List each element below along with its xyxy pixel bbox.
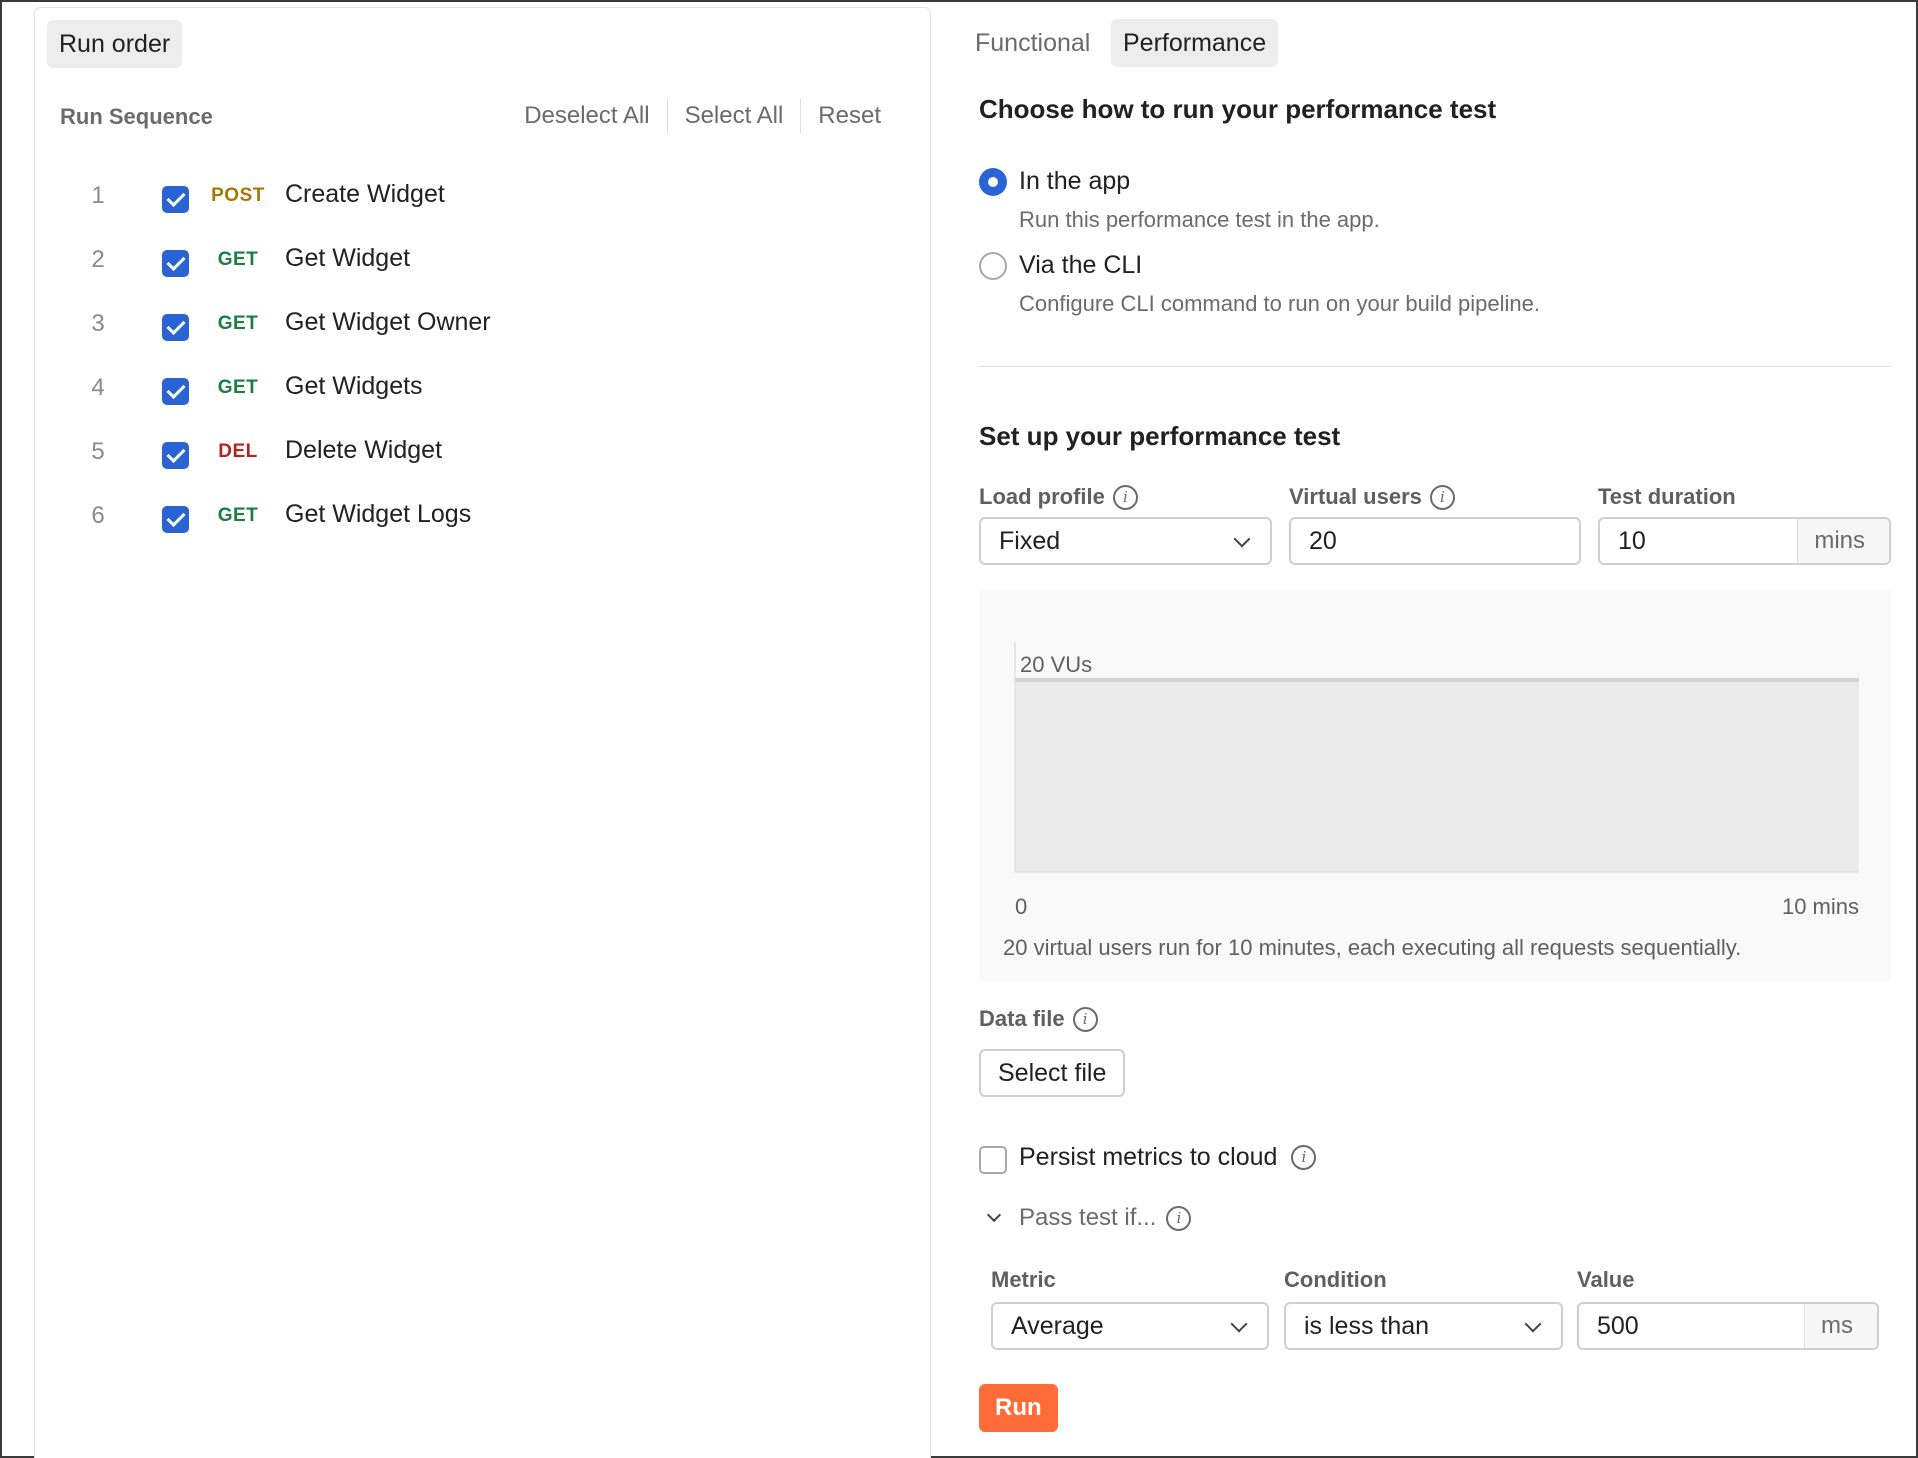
select-file-button[interactable]: Select file [979,1049,1126,1097]
chevron-down-icon [1233,530,1251,548]
info-icon[interactable]: i [1429,484,1455,510]
select-all-button[interactable]: Select All [668,99,801,133]
metric-value: Average [1011,1312,1104,1340]
radio-cli-description: Configure CLI command to run on your bui… [1019,291,1540,316]
tab-functional[interactable]: Functional [963,19,1102,67]
method-badge: GET [217,377,259,398]
metric-select[interactable]: Average [991,1302,1269,1350]
load-profile-label-text: Load profile [979,484,1105,509]
chevron-down-icon [986,1207,1002,1223]
virtual-users-input[interactable]: 20 [1289,517,1581,565]
sequence-actions: Deselect All Select All Reset [507,99,898,133]
load-chart-svg: 20 VUs 0 10 mins [1014,642,1859,919]
virtual-users-label: Virtual users i [1289,484,1455,510]
radio-in-app-description: Run this performance test in the app. [1019,207,1380,232]
request-checkbox[interactable] [162,250,189,277]
tab-performance[interactable]: Performance [1111,19,1279,67]
request-row[interactable]: 5 DEL Delete Widget [35,422,932,486]
persist-metrics-label[interactable]: Persist metrics to cloud [1019,1143,1277,1172]
virtual-users-value: 20 [1309,527,1337,555]
vu-label: 20 VUs [1020,652,1092,677]
section-divider [979,366,1891,367]
persist-metrics-row: Persist metrics to cloud i [1019,1143,1317,1172]
load-profile-chart: 20 VUs 0 10 mins 20 virtual users run fo… [979,590,1891,981]
radio-cli-label[interactable]: Via the CLI [1019,251,1142,280]
data-file-label-text: Data file [979,1006,1065,1031]
request-name: Get Widget Owner [285,308,491,336]
request-name: Get Widget Logs [285,500,472,528]
request-checkbox[interactable] [162,506,189,533]
chart-caption: 20 virtual users run for 10 minutes, eac… [1003,935,1742,960]
pass-test-label[interactable]: Pass test if... [1019,1204,1156,1232]
info-icon[interactable]: i [1112,484,1138,510]
request-checkbox[interactable] [162,378,189,405]
method-badge: GET [217,505,259,526]
method-badge: GET [217,249,259,270]
condition-select[interactable]: is less than [1284,1302,1563,1350]
info-icon[interactable]: i [1166,1205,1192,1231]
load-profile-value: Fixed [999,527,1061,555]
condition-value: is less than [1304,1312,1430,1340]
request-index: 6 [91,502,105,529]
value-label: Value [1577,1267,1634,1293]
request-row[interactable]: 1 POST Create Widget [35,166,932,230]
radio-in-app[interactable] [979,168,1007,196]
vu-area [1015,680,1859,872]
request-checkbox[interactable] [162,186,189,213]
value-label-text: Value [1577,1267,1635,1292]
value-input[interactable]: 500 ms [1577,1302,1879,1350]
request-row[interactable]: 6 GET Get Widget Logs [35,486,932,550]
persist-metrics-checkbox[interactable] [979,1146,1007,1174]
request-index: 2 [91,246,105,273]
request-index: 3 [91,310,105,337]
request-name: Get Widget [285,244,411,272]
info-icon[interactable]: i [1291,1145,1317,1170]
radio-cli[interactable] [979,252,1007,280]
request-row[interactable]: 3 GET Get Widget Owner [35,294,932,358]
info-icon[interactable]: i [1072,1006,1098,1032]
run-mode-heading: Choose how to run your performance test [979,94,1497,124]
request-index: 5 [91,438,105,465]
condition-label: Condition [1284,1267,1387,1293]
request-checkbox[interactable] [162,442,189,469]
data-file-label: Data file i [979,1006,1098,1032]
metric-label-text: Metric [991,1267,1056,1292]
request-row[interactable]: 4 GET Get Widgets [35,358,932,422]
test-duration-value: 10 [1618,527,1646,555]
x-tick-end: 10 mins [1782,894,1859,919]
condition-label-text: Condition [1284,1267,1387,1292]
test-duration-label-text: Test duration [1598,484,1736,509]
x-tick-start: 0 [1015,894,1027,919]
test-duration-label: Test duration [1598,484,1736,510]
request-name: Create Widget [285,180,445,208]
method-badge: GET [217,313,259,334]
radio-in-app-label[interactable]: In the app [1019,167,1130,196]
request-name: Delete Widget [285,436,443,464]
run-order-button[interactable]: Run order [47,20,183,68]
value-unit: ms [1804,1304,1877,1348]
request-index: 4 [91,374,105,401]
value-value: 500 [1597,1312,1639,1340]
reset-button[interactable]: Reset [801,99,898,133]
chevron-down-icon [1524,1315,1542,1333]
load-profile-label: Load profile i [979,484,1138,510]
request-name: Get Widgets [285,372,423,400]
virtual-users-label-text: Virtual users [1289,484,1422,509]
run-sequence-title: Run Sequence [60,104,213,129]
request-row[interactable]: 2 GET Get Widget [35,230,932,294]
test-duration-unit: mins [1797,519,1889,563]
setup-heading: Set up your performance test [979,421,1341,451]
request-index: 1 [91,182,105,209]
method-badge: POST [211,185,265,206]
chevron-down-icon [1230,1315,1248,1333]
test-duration-input[interactable]: 10 mins [1598,517,1891,565]
run-button[interactable]: Run [979,1384,1058,1432]
load-profile-select[interactable]: Fixed [979,517,1272,565]
deselect-all-button[interactable]: Deselect All [507,99,666,133]
run-sequence-panel: Run order Run Sequence Deselect All Sele… [34,7,931,1458]
metric-label: Metric [991,1267,1056,1293]
pass-test-toggle[interactable]: Pass test if... i [985,1204,1192,1232]
method-badge: DEL [218,441,258,462]
request-checkbox[interactable] [162,314,189,341]
